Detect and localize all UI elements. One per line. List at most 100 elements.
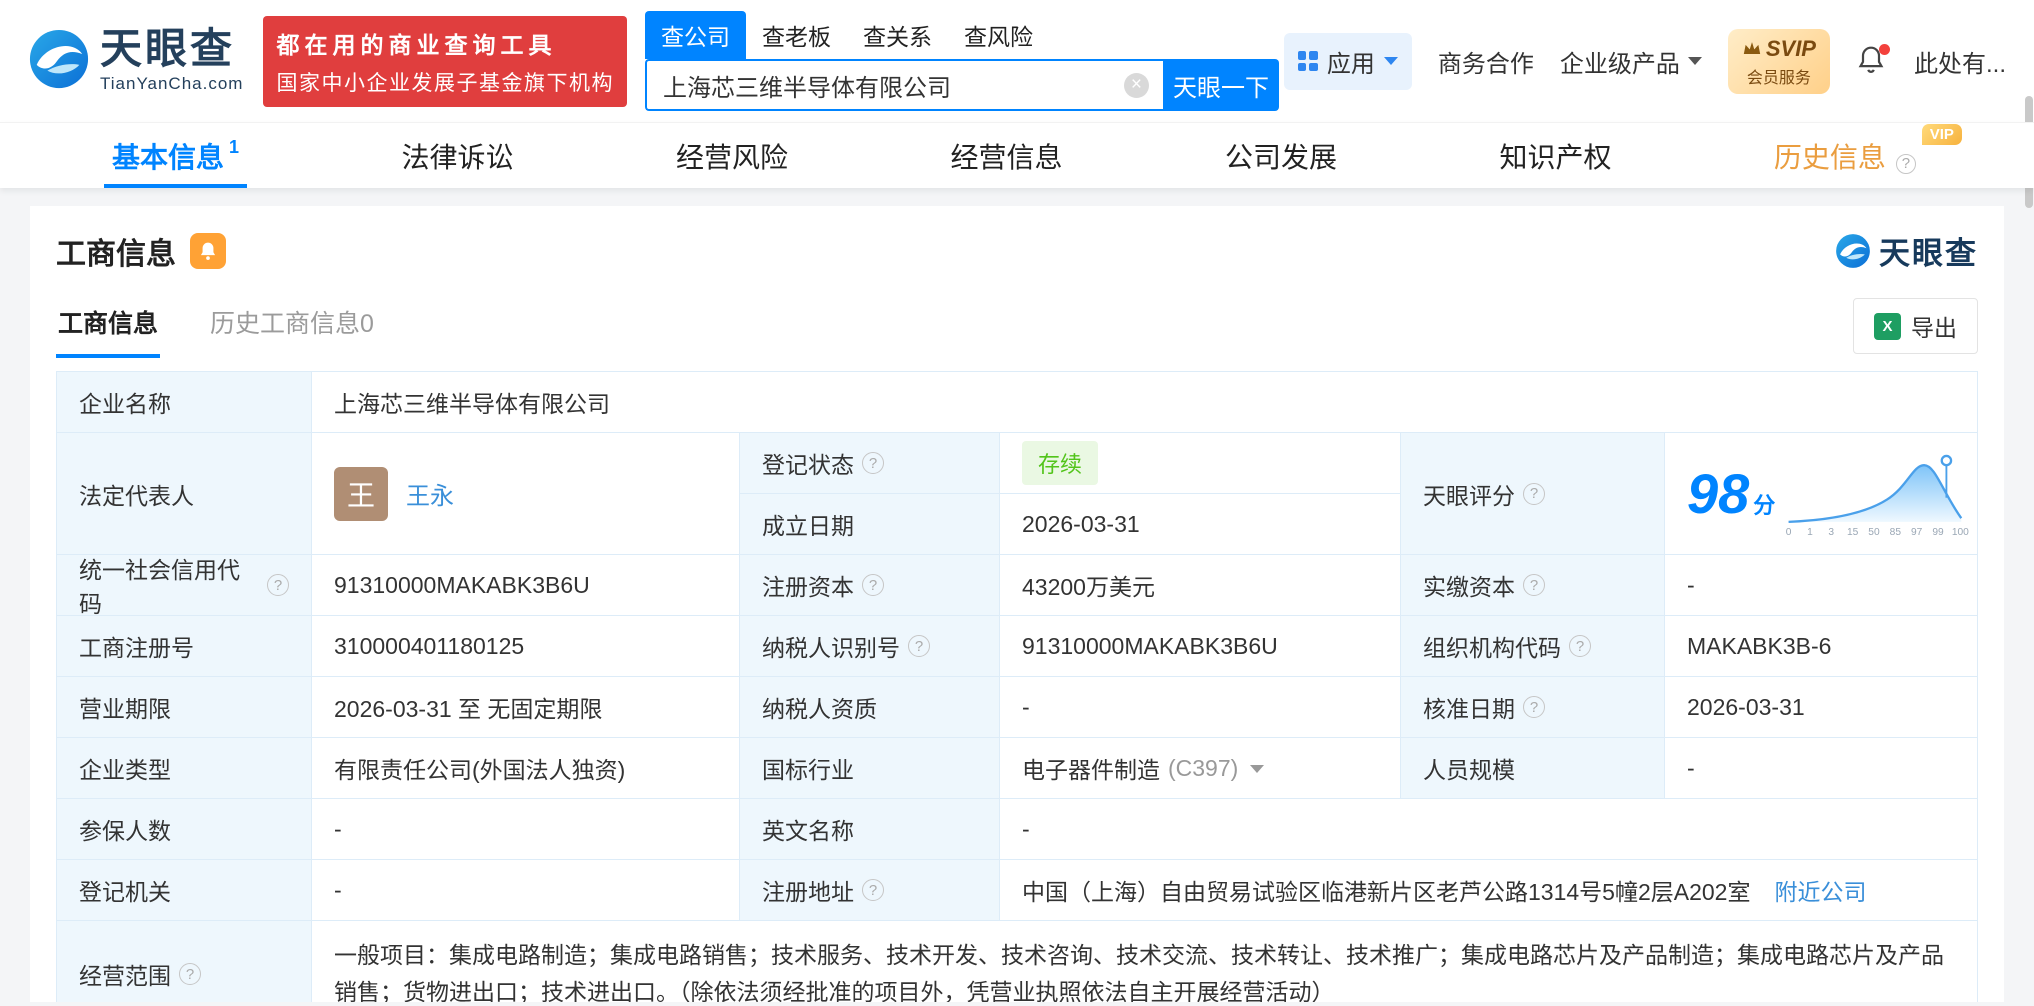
field-value-legal-representative: 王 王永 bbox=[312, 433, 740, 555]
svg-text:15: 15 bbox=[1847, 526, 1859, 537]
tab-operating-risk[interactable]: 经营风险 bbox=[676, 123, 788, 188]
svg-text:99: 99 bbox=[1933, 526, 1945, 537]
search-tabs: 查公司 查老板 查关系 查风险 bbox=[644, 11, 1279, 59]
chevron-down-icon bbox=[1687, 57, 1702, 72]
tianyancha-watermark: 天眼查 bbox=[1835, 228, 1978, 273]
promo-line1: 都在用的商业查询工具 bbox=[276, 31, 557, 58]
notification-bell-icon[interactable] bbox=[1856, 44, 1890, 78]
search-tab-boss[interactable]: 查老板 bbox=[746, 11, 847, 59]
tab-legal-proceedings[interactable]: 法律诉讼 bbox=[402, 123, 514, 188]
menu-enterprise-products[interactable]: 企业级产品 bbox=[1560, 44, 1702, 79]
score-curve-chart: 0 1 3 15 50 85 97 99 100 bbox=[1786, 454, 1969, 537]
subtab-history-business-info[interactable]: 历史工商信息0 bbox=[208, 294, 376, 358]
search-tab-risk[interactable]: 查风险 bbox=[948, 11, 1049, 59]
svg-text:85: 85 bbox=[1890, 526, 1902, 537]
field-value-staff-size: - bbox=[1665, 738, 1978, 799]
help-icon[interactable] bbox=[1523, 696, 1545, 718]
field-value-tianyan-score: 98 分 0 1 3 15 50 85 97 99 100 bbox=[1665, 433, 1978, 555]
svip-label: SVIP bbox=[1765, 35, 1816, 61]
help-icon[interactable] bbox=[1523, 482, 1545, 505]
tab-operating-info[interactable]: 经营信息 bbox=[950, 123, 1062, 188]
field-label-taxpayer-id: 纳税人识别号 bbox=[740, 616, 1000, 677]
tab-label: 法律诉讼 bbox=[401, 141, 514, 173]
enterprise-label: 企业级产品 bbox=[1559, 50, 1680, 78]
tianyancha-logo[interactable]: 天眼查 TianYanCha.com bbox=[28, 28, 243, 95]
field-label-registration-status: 登记状态 bbox=[740, 433, 1000, 494]
tab-basic-info[interactable]: 基本信息 1 bbox=[103, 123, 248, 188]
help-icon[interactable] bbox=[267, 574, 289, 596]
field-value-establish-date: 2026-03-31 bbox=[1000, 494, 1401, 555]
svip-membership-button[interactable]: SVIP 会员服务 bbox=[1727, 28, 1830, 94]
status-badge: 存续 bbox=[1022, 441, 1099, 485]
field-label-approval-date: 核准日期 bbox=[1401, 677, 1665, 738]
tab-label: 知识产权 bbox=[1499, 141, 1612, 173]
score-value: 98 bbox=[1687, 461, 1750, 525]
nearby-companies-link[interactable]: 附近公司 bbox=[1774, 873, 1866, 907]
expand-industry-icon[interactable] bbox=[1250, 764, 1265, 780]
user-menu[interactable]: 此处有... bbox=[1914, 44, 2006, 79]
help-icon[interactable] bbox=[1569, 635, 1591, 657]
apps-grid-icon bbox=[1297, 51, 1318, 71]
field-value-company-name: 上海芯三维半导体有限公司 bbox=[312, 372, 1978, 433]
field-label-insured-count: 参保人数 bbox=[57, 799, 312, 860]
help-icon[interactable] bbox=[1895, 153, 1916, 174]
search-tab-relation[interactable]: 查关系 bbox=[847, 11, 948, 59]
search-tab-company[interactable]: 查公司 bbox=[644, 11, 746, 59]
legal-rep-avatar[interactable]: 王 bbox=[334, 466, 388, 521]
tab-label: 经营信息 bbox=[950, 141, 1063, 173]
search-button[interactable]: 天眼一下 bbox=[1162, 59, 1279, 111]
tab-history-info[interactable]: 历史信息 VIP bbox=[1774, 123, 1962, 188]
tab-label: 经营风险 bbox=[675, 141, 788, 173]
search-input[interactable] bbox=[644, 59, 1163, 111]
clear-search-icon[interactable]: × bbox=[1123, 73, 1149, 98]
field-label-staff-size: 人员规模 bbox=[1401, 738, 1665, 799]
subscribe-bell-icon[interactable] bbox=[190, 232, 226, 269]
field-label-company-name: 企业名称 bbox=[57, 372, 312, 433]
svg-text:50: 50 bbox=[1869, 526, 1881, 537]
top-header: 天眼查 TianYanCha.com 都在用的商业查询工具 国家中小企业发展子基… bbox=[0, 0, 2034, 122]
export-button[interactable]: 导出 bbox=[1853, 298, 1978, 354]
help-icon[interactable] bbox=[862, 452, 884, 474]
svip-sublabel: 会员服务 bbox=[1746, 69, 1811, 87]
excel-icon bbox=[1874, 312, 1901, 340]
field-label-registration-authority: 登记机关 bbox=[57, 860, 312, 921]
svg-text:3: 3 bbox=[1829, 526, 1835, 537]
menu-cooperation[interactable]: 商务合作 bbox=[1438, 44, 1534, 79]
section-title: 工商信息 bbox=[56, 237, 176, 271]
field-value-registered-capital: 43200万美元 bbox=[1000, 555, 1401, 616]
field-label-registered-address: 注册地址 bbox=[740, 860, 1000, 921]
subtab-business-info[interactable]: 工商信息 bbox=[56, 294, 161, 358]
help-icon[interactable] bbox=[862, 879, 884, 901]
tab-label: 公司发展 bbox=[1224, 141, 1337, 173]
field-value-approval-date: 2026-03-31 bbox=[1665, 677, 1978, 738]
tab-count-badge: 1 bbox=[229, 137, 240, 157]
search-area: 查公司 查老板 查关系 查风险 × 天眼一下 bbox=[644, 11, 1279, 111]
field-value-registration-authority: - bbox=[312, 860, 740, 921]
tianyancha-watermark-icon bbox=[1836, 233, 1870, 268]
apps-menu[interactable]: 应用 bbox=[1283, 32, 1412, 90]
svg-text:97: 97 bbox=[1911, 526, 1923, 537]
help-icon[interactable] bbox=[862, 574, 884, 596]
chevron-down-icon bbox=[1383, 57, 1398, 72]
tab-company-development[interactable]: 公司发展 bbox=[1225, 123, 1337, 188]
field-value-business-term: 2026-03-31 至 无固定期限 bbox=[312, 677, 740, 738]
tab-label: 基本信息 bbox=[112, 141, 225, 173]
export-label: 导出 bbox=[1911, 315, 1957, 341]
help-icon[interactable] bbox=[1523, 574, 1545, 596]
help-icon[interactable] bbox=[908, 635, 930, 657]
cooperation-label: 商务合作 bbox=[1437, 50, 1534, 78]
subtab-label: 历史工商信息 bbox=[210, 310, 361, 338]
svg-text:0: 0 bbox=[1786, 526, 1792, 537]
header-menu: 应用 商务合作 企业级产品 SVIP 会员服务 此处有... bbox=[1283, 28, 2006, 94]
legal-rep-name-link[interactable]: 王永 bbox=[406, 476, 454, 511]
field-label-establish-date: 成立日期 bbox=[740, 494, 1000, 555]
field-label-paid-capital: 实缴资本 bbox=[1401, 555, 1665, 616]
field-label-registered-capital: 注册资本 bbox=[740, 555, 1000, 616]
brand-name: 天眼查 bbox=[100, 25, 236, 72]
field-value-business-scope: 一般项目：集成电路制造；集成电路销售；技术服务、技术开发、技术咨询、技术交流、技… bbox=[312, 921, 1978, 1002]
apps-label: 应用 bbox=[1326, 50, 1375, 78]
help-icon[interactable] bbox=[179, 963, 201, 985]
tab-intellectual-property[interactable]: 知识产权 bbox=[1499, 123, 1611, 188]
field-label-tianyan-score: 天眼评分 bbox=[1401, 433, 1665, 555]
svg-text:1: 1 bbox=[1807, 526, 1813, 537]
